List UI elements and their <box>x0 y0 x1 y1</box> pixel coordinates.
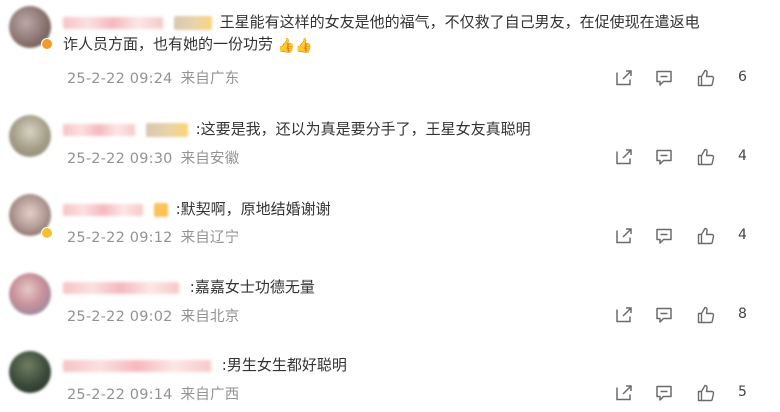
comment-text: :嘉嘉女士功德无量 <box>63 276 763 298</box>
comment-icon[interactable] <box>654 226 674 246</box>
comment-meta: 25-2-22 09:24 来自广东 <box>67 67 239 88</box>
verified-badge-icon <box>41 227 53 239</box>
share-icon[interactable] <box>614 305 634 325</box>
thumbs-up-emoji-icon: 👍👍 <box>277 38 313 54</box>
fan-badge-icon <box>173 15 212 30</box>
comment-icon[interactable] <box>654 147 674 167</box>
comment-date: 25-2-22 09:12 <box>67 230 173 246</box>
like-count: 4 <box>738 227 747 243</box>
comment-text: 王星能有这样的女友是他的福气，不仅救了自己男友，在促使现在遣返电 <box>63 11 763 33</box>
comment-actions: 8 <box>614 305 764 327</box>
comment-text: :这要是我，还以为真是要分手了，王星女友真聪明 <box>63 118 763 140</box>
comment-location: 来自广西 <box>180 387 240 403</box>
comment-meta: 25-2-22 09:30 来自安徽 <box>67 147 239 168</box>
comment-location: 来自辽宁 <box>180 230 240 246</box>
like-count: 8 <box>738 306 747 322</box>
comment-actions: 5 <box>614 383 764 405</box>
verified-badge-icon <box>41 38 53 50</box>
comment-date: 25-2-22 09:02 <box>67 309 173 325</box>
share-icon[interactable] <box>614 68 634 88</box>
comment-actions: 6 <box>614 68 764 90</box>
comment-icon[interactable] <box>654 68 674 88</box>
avatar[interactable] <box>9 273 51 315</box>
thumbs-up-icon[interactable] <box>696 147 716 167</box>
comment-text-line1: :这要是我，还以为真是要分手了，王星女友真聪明 <box>195 120 531 138</box>
comment-icon[interactable] <box>654 383 674 403</box>
like-count: 6 <box>738 69 747 85</box>
comment-item: 王星能有这样的女友是他的福气，不仅救了自己男友，在促使现在遣返电 诈人员方面，也… <box>0 0 780 96</box>
comment-text-line1: :男生女生都好聪明 <box>221 356 347 374</box>
thumbs-up-icon[interactable] <box>696 383 716 403</box>
comment-item: :嘉嘉女士功德无量 25-2-22 09:02 来自北京 8 <box>0 263 780 341</box>
comment-icon[interactable] <box>654 305 674 325</box>
thumbs-up-icon[interactable] <box>696 305 716 325</box>
comment-text-line2: 诈人员方面，也有她的一份功劳 <box>63 35 274 53</box>
username[interactable] <box>63 281 179 294</box>
comment-item: :男生女生都好聪明 25-2-22 09:14 来自广西 5 <box>0 342 780 412</box>
avatar[interactable] <box>9 351 51 393</box>
comment-meta: 25-2-22 09:14 来自广西 <box>67 383 239 404</box>
comment-date: 25-2-22 09:24 <box>67 71 173 87</box>
comment-date: 25-2-22 09:14 <box>67 387 173 403</box>
thumbs-up-icon[interactable] <box>696 68 716 88</box>
share-icon[interactable] <box>614 147 634 167</box>
comment-text-line1: :默契啊，原地结婚谢谢 <box>175 200 331 218</box>
comment-text: :默契啊，原地结婚谢谢 <box>63 198 763 220</box>
thumbs-up-icon[interactable] <box>696 226 716 246</box>
comment-meta: 25-2-22 09:02 来自北京 <box>67 305 239 326</box>
comment-meta: 25-2-22 09:12 来自辽宁 <box>67 226 239 247</box>
fan-badge-icon <box>153 202 168 217</box>
like-count: 5 <box>738 384 747 400</box>
comment-text-line1: :嘉嘉女士功德无量 <box>189 278 315 296</box>
comment-date: 25-2-22 09:30 <box>67 151 173 167</box>
fan-badge-icon <box>145 122 188 137</box>
comment-location: 来自广东 <box>180 71 240 87</box>
like-count: 4 <box>738 148 747 164</box>
username[interactable] <box>63 16 163 29</box>
comment-text-line1: 王星能有这样的女友是他的福气，不仅救了自己男友，在促使现在遣返电 <box>219 13 700 31</box>
avatar[interactable] <box>9 115 51 157</box>
comment-location: 来自北京 <box>180 309 240 325</box>
comment-text: :男生女生都好聪明 <box>63 354 763 376</box>
share-icon[interactable] <box>614 226 634 246</box>
comment-item: :默契啊，原地结婚谢谢 25-2-22 09:12 来自辽宁 4 <box>0 184 780 262</box>
comment-location: 来自安徽 <box>180 151 240 167</box>
comment-actions: 4 <box>614 226 764 248</box>
username[interactable] <box>63 359 211 372</box>
comment-actions: 4 <box>614 147 764 169</box>
username[interactable] <box>63 123 135 136</box>
share-icon[interactable] <box>614 383 634 403</box>
username[interactable] <box>63 203 143 216</box>
comment-item: :这要是我，还以为真是要分手了，王星女友真聪明 25-2-22 09:30 来自安… <box>0 105 780 183</box>
